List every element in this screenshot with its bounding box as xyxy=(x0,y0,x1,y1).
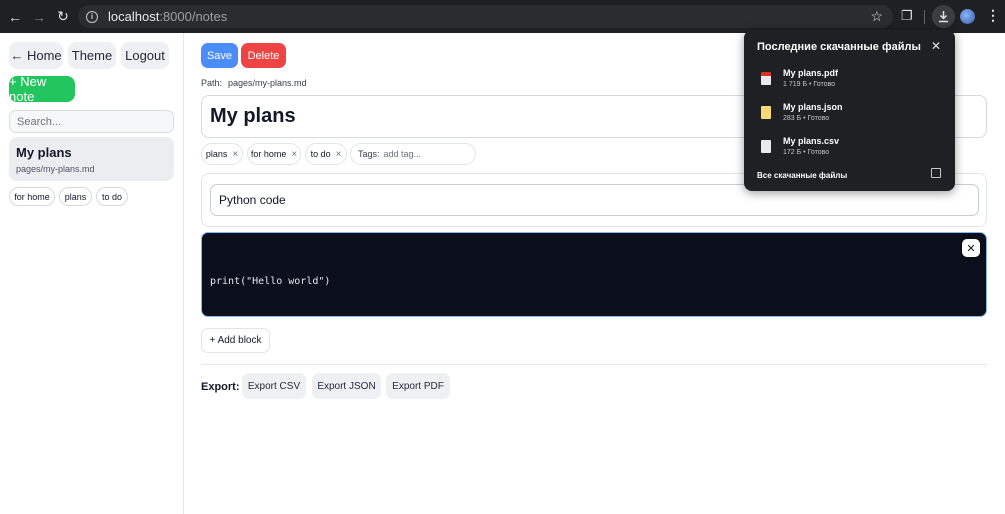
close-icon[interactable]: ✕ xyxy=(931,39,941,53)
remove-tag-icon[interactable]: × xyxy=(336,149,342,160)
add-block-button[interactable]: + Add block xyxy=(201,328,270,353)
download-file-name: My plans.pdf xyxy=(783,68,839,78)
json-file-icon xyxy=(761,106,771,119)
reload-icon[interactable]: ↻ xyxy=(54,8,72,26)
export-json-button[interactable]: Export JSON xyxy=(312,373,381,399)
tags-label: Tags: xyxy=(358,149,380,159)
add-tag-placeholder: add tag... xyxy=(383,149,422,159)
bookmark-star-icon[interactable]: ☆ xyxy=(870,8,883,25)
path-value: pages/my-plans.md xyxy=(228,78,307,88)
path-label: Path: xyxy=(201,78,223,88)
site-info-icon[interactable]: i xyxy=(86,10,98,23)
downloads-title: Последние скачанные файлы xyxy=(757,41,921,53)
csv-file-icon xyxy=(761,140,771,153)
export-pdf-button[interactable]: Export PDF xyxy=(386,373,450,399)
url-path: :8000/notes xyxy=(159,9,228,24)
logout-button[interactable]: Logout xyxy=(121,42,169,69)
download-icon[interactable] xyxy=(932,5,955,28)
tag-filter-plans[interactable]: plans xyxy=(59,187,92,206)
url-host: localhost xyxy=(108,9,160,24)
back-icon[interactable]: ← xyxy=(6,8,24,26)
extensions-icon[interactable]: ❐ xyxy=(901,8,917,24)
code-block[interactable]: print("Hello world") ✕ xyxy=(201,232,987,317)
tag-chip-for-home: for home × xyxy=(247,143,301,165)
address-bar[interactable]: i localhost:8000/notes ☆ xyxy=(78,5,893,28)
pdf-file-icon xyxy=(761,72,771,85)
export-csv-button[interactable]: Export CSV xyxy=(242,373,306,399)
toolbar-divider xyxy=(924,10,925,24)
tag-chip-plans: plans × xyxy=(201,143,243,165)
close-block-icon[interactable]: ✕ xyxy=(962,239,980,257)
download-file-meta: 1 719 Б • Готово xyxy=(783,81,836,88)
tag-filter-to-do[interactable]: to do xyxy=(96,187,128,206)
download-file-name: My plans.csv xyxy=(783,136,840,146)
note-title: My plans xyxy=(16,145,72,160)
all-downloads-link[interactable]: Все скачанные файлы xyxy=(757,171,847,180)
note-path-row: Path: pages/my-plans.md xyxy=(201,78,307,88)
download-file-name: My plans.json xyxy=(783,102,843,112)
open-external-icon[interactable] xyxy=(931,168,941,178)
browser-menu-icon[interactable]: ⋮ xyxy=(986,7,1000,24)
code-text[interactable]: print("Hello world") xyxy=(210,276,330,287)
remove-tag-icon[interactable]: × xyxy=(232,149,238,160)
note-path: pages/my-plans.md xyxy=(16,164,95,174)
home-button[interactable]: ← Home xyxy=(9,42,63,69)
add-tag-input[interactable]: Tags: add tag... xyxy=(350,143,476,165)
delete-button[interactable]: Delete xyxy=(241,43,286,68)
download-file-meta: 172 Б • Готово xyxy=(783,149,830,156)
download-item[interactable]: My plans.pdf 1 719 Б • Готово xyxy=(757,68,947,98)
profile-avatar[interactable] xyxy=(960,9,975,24)
download-file-meta: 283 Б • Готово xyxy=(783,115,830,122)
theme-button[interactable]: Theme xyxy=(68,42,116,69)
export-label: Export: xyxy=(201,381,240,393)
downloads-popup: Последние скачанные файлы ✕ My plans.pdf… xyxy=(744,30,955,191)
download-item[interactable]: My plans.json 283 Б • Готово xyxy=(757,102,947,132)
tag-filter-for-home[interactable]: for home xyxy=(9,187,55,206)
download-item[interactable]: My plans.csv 172 Б • Готово xyxy=(757,136,947,166)
note-list-item[interactable]: My plans pages/my-plans.md xyxy=(9,137,174,181)
search-input[interactable]: Search... xyxy=(9,110,174,133)
forward-icon[interactable]: → xyxy=(30,8,48,26)
divider xyxy=(201,364,987,365)
new-note-button[interactable]: + New note xyxy=(9,74,75,104)
tag-chip-label: to do xyxy=(310,149,331,159)
remove-tag-icon[interactable]: × xyxy=(291,149,297,160)
tag-chip-label: plans xyxy=(205,149,228,159)
tag-chip-label: for home xyxy=(250,149,287,159)
sidebar: ← Home Theme Logout + New note Search...… xyxy=(0,33,184,514)
save-button[interactable]: Save xyxy=(201,43,238,68)
browser-toolbar: ← → ↻ i localhost:8000/notes ☆ ❐ ⋮ xyxy=(0,0,1005,33)
tag-chip-to-do: to do × xyxy=(305,143,347,165)
